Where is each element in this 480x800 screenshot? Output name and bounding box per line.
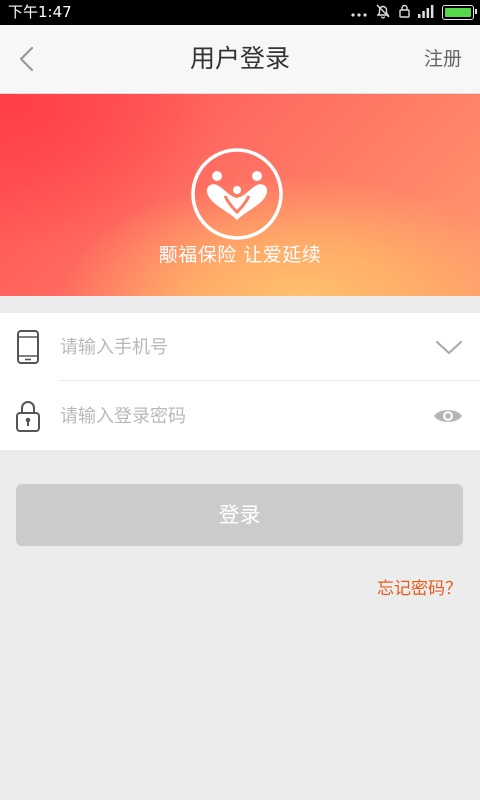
battery-level bbox=[445, 8, 471, 17]
phone-history-dropdown[interactable] bbox=[434, 335, 464, 359]
register-link[interactable]: 注册 bbox=[424, 25, 462, 93]
lock-icon bbox=[16, 401, 40, 432]
phone-icon bbox=[17, 330, 39, 364]
status-time: 下午1:47 bbox=[8, 3, 72, 21]
brand-banner: 颙福保险 让爱延续 bbox=[0, 94, 480, 296]
brand-slogan: 颙福保险 让爱延续 bbox=[158, 244, 322, 266]
password-row bbox=[0, 382, 480, 450]
phone-row bbox=[0, 313, 480, 381]
password-input[interactable] bbox=[60, 396, 390, 436]
forgot-password-link[interactable]: 忘记密码？ bbox=[377, 574, 462, 599]
eye-icon bbox=[434, 410, 462, 422]
page-title: 用户登录 bbox=[189, 44, 290, 73]
row-divider bbox=[60, 380, 480, 381]
heart-family-logo bbox=[191, 148, 283, 240]
status-bar: 下午1:47 bbox=[0, 0, 480, 25]
show-password-toggle[interactable] bbox=[432, 404, 464, 428]
chevron-down-icon bbox=[435, 340, 463, 355]
alarm-off-icon bbox=[375, 3, 391, 23]
phone-input[interactable] bbox=[60, 327, 390, 367]
status-icons bbox=[351, 3, 477, 23]
nav-bar: 用户登录 注册 bbox=[0, 25, 480, 94]
battery-icon bbox=[442, 5, 477, 20]
more-dots-icon bbox=[351, 3, 367, 22]
signal-icon bbox=[418, 3, 434, 22]
login-button[interactable]: 登录 bbox=[16, 484, 463, 546]
lock-status-icon bbox=[399, 3, 410, 22]
login-form bbox=[0, 313, 480, 450]
